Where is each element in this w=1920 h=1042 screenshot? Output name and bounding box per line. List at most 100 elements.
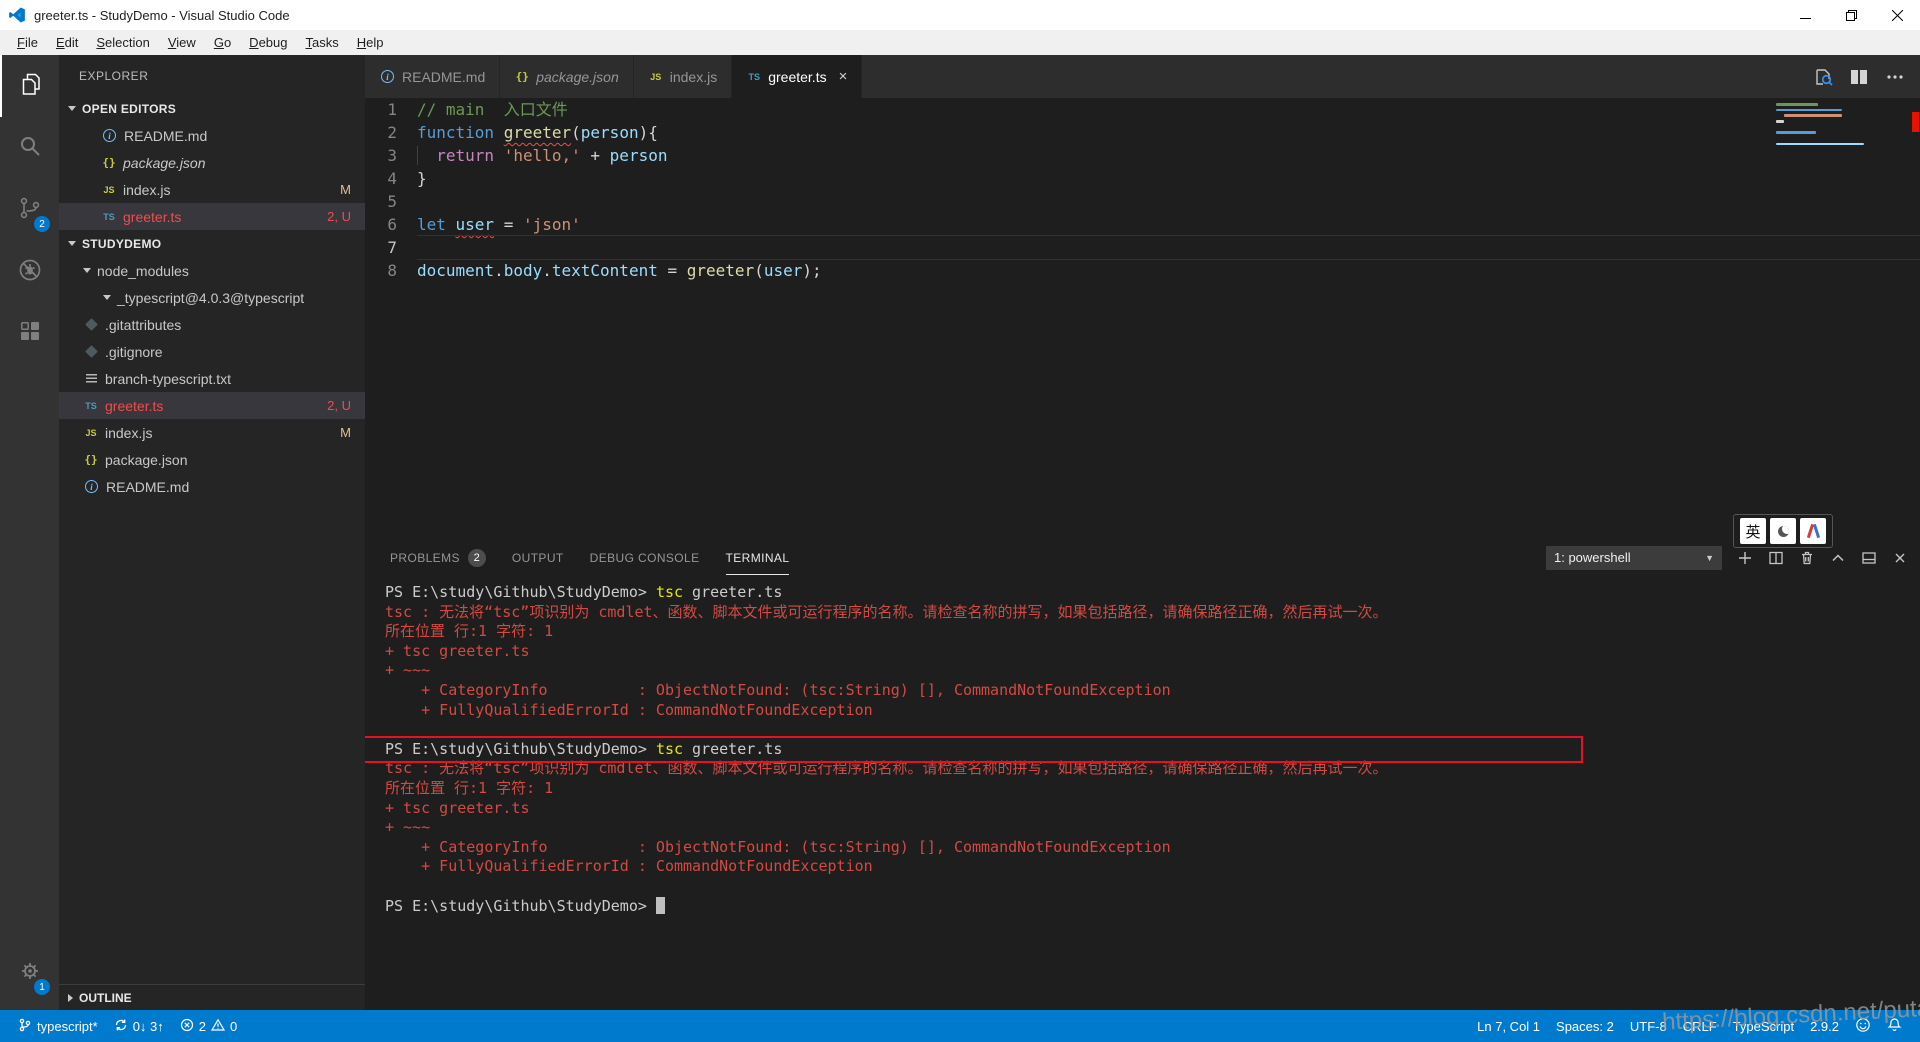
file-index.js[interactable]: JS index.js M — [59, 419, 365, 446]
activitybar-explorer[interactable] — [0, 55, 59, 117]
code-editor[interactable]: 1// main 入口文件 2 function greeter(person){3… — [365, 98, 1920, 540]
terminal-line: 所在位置 行:1 字符: 1 — [385, 778, 554, 797]
tab-greeter-ts-file-icon: TS — [748, 71, 760, 82]
package-json-file-icon: {} — [84, 453, 98, 466]
overview-ruler-error-marker — [1912, 112, 1919, 132]
terminal-line: PS E:\study\Github\StudyDemo> — [385, 896, 1920, 917]
-gitignore-file-icon — [85, 345, 98, 358]
folder-_typescript@4.0.3@typescript[interactable]: _typescript@4.0.3@typescript — [59, 284, 365, 311]
activitybar-search[interactable] — [0, 117, 59, 179]
panel-tab-problems[interactable]: PROBLEMS 2 — [390, 540, 486, 575]
ime-english-mode[interactable]: 英 — [1740, 518, 1766, 544]
new-terminal-icon[interactable] — [1737, 550, 1753, 566]
code-line-8[interactable]: 8 document.body.textContent = greeter(use… — [365, 259, 1920, 282]
maximize-panel-icon[interactable] — [1830, 550, 1846, 566]
status-cursor-position[interactable]: Ln 7, Col 1 — [1469, 1019, 1548, 1034]
terminal[interactable]: PS E:\study\Github\StudyDemo> tsc greete… — [365, 575, 1920, 1010]
code-line-4[interactable]: 4} — [365, 167, 1920, 190]
restore-button[interactable] — [1828, 0, 1874, 30]
code-line-7[interactable]: 7 — [365, 235, 1920, 260]
activitybar-debug[interactable] — [0, 241, 59, 303]
code-line-6[interactable]: 6 let user = 'json' — [365, 213, 1920, 236]
more-actions-icon[interactable] — [1884, 66, 1906, 88]
code-line-5[interactable]: 5 — [365, 190, 1920, 213]
code-line-2[interactable]: 2 function greeter(person){ — [365, 121, 1920, 144]
file-greeter.ts[interactable]: TS greeter.ts 2, U — [59, 203, 365, 230]
restore-panel-icon[interactable] — [1861, 550, 1877, 566]
branch-icon — [18, 1018, 32, 1035]
section-outline[interactable]: OUTLINE — [59, 984, 365, 1010]
window-title: greeter.ts - StudyDemo - Visual Studio C… — [34, 7, 290, 23]
panel-tab-output[interactable]: OUTPUT — [512, 540, 564, 575]
warning-icon — [210, 1018, 226, 1035]
file-greeter.ts[interactable]: TS greeter.ts 2, U — [59, 392, 365, 419]
activitybar-source-control[interactable]: 2 — [0, 179, 59, 241]
problems-count-badge: 2 — [467, 548, 486, 567]
file-index.js[interactable]: JS index.js M — [59, 176, 365, 203]
panel-tab-debug-console[interactable]: DEBUG CONSOLE — [590, 540, 700, 575]
status-sync[interactable]: 0↓ 3↑ — [106, 1010, 172, 1042]
tab-greeter.ts[interactable]: TS greeter.ts × — [732, 55, 863, 98]
sync-icon — [114, 1018, 128, 1035]
file-README.md[interactable]: i README.md — [59, 122, 365, 149]
status-problems[interactable]: 20 — [172, 1010, 245, 1042]
ime-indicator: 英 — [1733, 514, 1833, 548]
tab-index.js[interactable]: JS index.js — [633, 55, 733, 98]
extensions-icon — [17, 319, 43, 350]
file-package.json[interactable]: {} package.json — [59, 149, 365, 176]
menu-debug[interactable]: Debug — [240, 32, 296, 53]
activity-bar: 21 — [0, 55, 59, 1010]
folder-node_modules[interactable]: node_modules — [59, 257, 365, 284]
code-line-1[interactable]: 1// main 入口文件 — [365, 98, 1920, 121]
status-indentation[interactable]: Spaces: 2 — [1548, 1019, 1622, 1034]
ime-logo-icon[interactable] — [1800, 518, 1826, 544]
close-button[interactable] — [1874, 0, 1920, 30]
chevron-down-icon — [103, 295, 111, 300]
menu-file[interactable]: File — [8, 32, 47, 53]
activitybar-extensions[interactable] — [0, 303, 59, 365]
close-tab-icon[interactable]: × — [839, 68, 848, 85]
terminal-picker[interactable]: 1: powershell ▼ — [1546, 545, 1722, 570]
file-.gitignore[interactable]: .gitignore — [59, 338, 365, 365]
close-panel-icon[interactable] — [1892, 550, 1908, 566]
split-terminal-icon[interactable] — [1768, 550, 1784, 566]
terminal-line: + FullyQualifiedErrorId : CommandNotFoun… — [385, 857, 873, 876]
index-js-file-icon: JS — [103, 184, 115, 195]
title-bar: greeter.ts - StudyDemo - Visual Studio C… — [0, 0, 1920, 30]
minimize-button[interactable] — [1782, 0, 1828, 30]
terminal-line: + tsc greeter.ts — [385, 641, 530, 660]
minimap[interactable] — [1776, 103, 1902, 149]
section-studydemo[interactable]: STUDYDEMO — [59, 230, 365, 257]
explorer-sidebar: EXPLORER OPEN EDITORS i README.md{} package… — [59, 55, 365, 1010]
menu-edit[interactable]: Edit — [47, 32, 87, 53]
activitybar-settings-gear[interactable]: 1 — [0, 942, 59, 1004]
red-highlight-annotation — [365, 735, 1583, 763]
ime-moon-icon[interactable] — [1770, 518, 1796, 544]
chevron-down-icon — [83, 268, 91, 273]
kill-terminal-icon[interactable] — [1799, 550, 1815, 566]
terminal-line: + ~~~ — [385, 818, 431, 837]
file-.gitattributes[interactable]: .gitattributes — [59, 311, 365, 338]
bottom-panel: PROBLEMS 2 OUTPUT DEBUG CONSOLE TERMINAL 1: p… — [365, 540, 1920, 1010]
tab-package.json[interactable]: {} package.json — [500, 55, 634, 98]
split-editor-icon[interactable] — [1848, 66, 1870, 88]
branch-typescript-txt-file-icon — [86, 373, 97, 384]
panel-tab-terminal[interactable]: TERMINAL — [726, 540, 790, 575]
status-git-branch[interactable]: typescript* — [10, 1010, 106, 1042]
section-open-editors[interactable]: OPEN EDITORS — [59, 95, 365, 122]
menu-go[interactable]: Go — [205, 32, 240, 53]
file-branch-typescript.txt[interactable]: branch-typescript.txt — [59, 365, 365, 392]
menu-selection[interactable]: Selection — [87, 32, 158, 53]
file-badge: M — [340, 425, 351, 440]
tab-README.md[interactable]: i README.md — [365, 55, 501, 98]
code-line-3[interactable]: 3 return 'hello,' + person — [365, 144, 1920, 167]
menu-view[interactable]: View — [159, 32, 205, 53]
file-README.md[interactable]: i README.md — [59, 473, 365, 500]
menu-help[interactable]: Help — [348, 32, 393, 53]
open-preview-icon[interactable] — [1812, 66, 1834, 88]
terminal-line: + CategoryInfo : ObjectNotFound: (tsc:St… — [385, 680, 1171, 699]
menu-tasks[interactable]: Tasks — [296, 32, 347, 53]
file-badge: 2, U — [327, 209, 351, 224]
file-package.json[interactable]: {} package.json — [59, 446, 365, 473]
